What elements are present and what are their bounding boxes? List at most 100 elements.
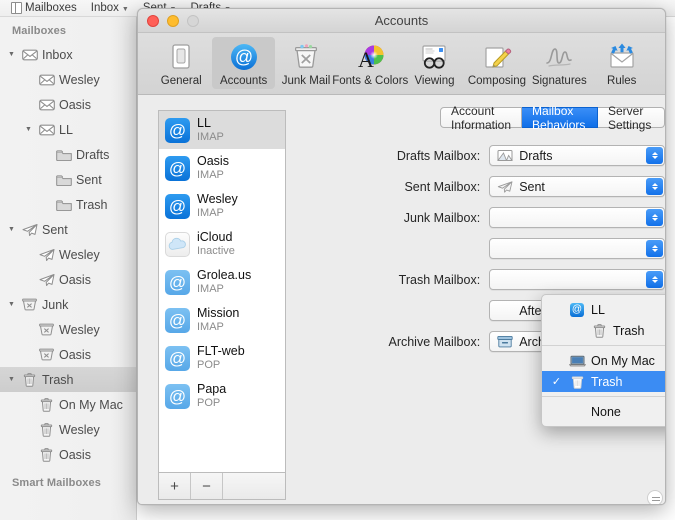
sidebar-item-sent[interactable]: Sent xyxy=(0,167,136,192)
svg-text:@: @ xyxy=(234,47,252,67)
menu-item-label: LL xyxy=(591,302,605,317)
svg-text:A: A xyxy=(358,47,374,72)
toolbar-item-general[interactable]: General xyxy=(150,37,212,89)
accounts-footer-spacer xyxy=(223,473,285,499)
sidebar-item-label: Trash xyxy=(42,372,74,387)
trash-can-icon xyxy=(38,447,55,462)
chevron-updown-icon[interactable] xyxy=(646,178,663,195)
account-list-item[interactable]: @ FLT-web POP xyxy=(159,339,285,377)
account-list-item[interactable]: iCloud Inactive xyxy=(159,225,285,263)
window-titlebar[interactable]: Accounts xyxy=(138,9,665,33)
at-account-icon: @ xyxy=(165,383,190,409)
sidebar-item-wesley[interactable]: Wesley xyxy=(0,417,136,442)
sidebar-item-wesley[interactable]: Wesley xyxy=(0,317,136,342)
sidebar-item-wesley[interactable]: Wesley xyxy=(0,242,136,267)
folder-icon xyxy=(55,147,72,162)
junk-bin-icon xyxy=(38,347,55,362)
form-row xyxy=(298,233,665,264)
tab-server-settings[interactable]: Server Settings xyxy=(598,104,665,132)
menu-item-ll[interactable]: @ LL xyxy=(542,299,665,320)
at-glyph: @ xyxy=(168,310,187,330)
trash-mailbox-dropdown-menu[interactable]: @ LL Trash On My Mac ✓ Trash None xyxy=(541,294,665,427)
sidebar-list[interactable]: ▼ Inbox Wesley Oasis ▼ LL Drafts Sent Trash ▼ Sent… xyxy=(0,42,136,467)
sidebar-item-label: Wesley xyxy=(59,322,100,337)
popup-button[interactable] xyxy=(489,207,665,228)
account-list-item[interactable]: @ Papa POP xyxy=(159,377,285,415)
account-type: IMAP xyxy=(197,282,224,295)
sidebar-item-oasis[interactable]: Oasis xyxy=(0,267,136,292)
trash-can-icon xyxy=(38,422,55,437)
toolbar-item-composing[interactable]: Composing xyxy=(466,37,528,89)
chevron-down-icon[interactable]: ▼ xyxy=(6,226,17,233)
popup-button[interactable]: Sent xyxy=(489,176,665,197)
sidebar-item-wesley[interactable]: Wesley xyxy=(0,67,136,92)
chevron-down-icon[interactable]: ▼ xyxy=(23,126,34,133)
sidebar-item-trash[interactable]: ▼ Trash xyxy=(0,367,136,392)
chevron-down-icon[interactable]: ▼ xyxy=(6,51,17,58)
account-type: IMAP xyxy=(197,206,224,219)
accounts-list[interactable]: @ LL IMAP @ Oasis IMAP @ Wesley IMAP iCloud Inacti… xyxy=(159,111,285,472)
sidebar-item-oasis[interactable]: Oasis xyxy=(0,92,136,117)
junk-bin-icon xyxy=(21,297,38,312)
add-account-button[interactable]: + xyxy=(159,473,191,499)
toolbar-item-label: Rules xyxy=(607,75,637,87)
popup-button[interactable]: Drafts xyxy=(489,145,665,166)
menu-item-none[interactable]: None xyxy=(542,401,665,422)
sidebar-item-inbox[interactable]: ▼ Inbox xyxy=(0,42,136,67)
toolbar-item-viewing[interactable]: Viewing xyxy=(403,37,465,89)
junk-bin-icon xyxy=(38,322,55,337)
account-list-item[interactable]: @ Oasis IMAP xyxy=(159,149,285,187)
drafts-icon xyxy=(497,149,514,163)
chevron-updown-icon[interactable] xyxy=(646,271,663,288)
popup-button[interactable] xyxy=(489,269,665,290)
menu-item-label: Trash xyxy=(591,374,623,389)
chevron-updown-icon[interactable] xyxy=(646,209,663,226)
account-list-item[interactable]: @ Grolea.us IMAP xyxy=(159,263,285,301)
toolbar-item-fonts-colors[interactable]: A Fonts & Colors xyxy=(332,37,408,89)
inbox-envelope-icon xyxy=(21,47,38,62)
toolbar-item-junk-mail[interactable]: Junk Mail xyxy=(275,37,337,89)
menu-item-on-my-mac[interactable]: On My Mac xyxy=(542,350,665,371)
account-list-item[interactable]: @ Mission IMAP xyxy=(159,301,285,339)
folder-icon xyxy=(55,172,72,187)
accounts-list-footer: + − xyxy=(159,472,285,499)
chevron-updown-icon[interactable] xyxy=(646,147,663,164)
sidebar-item-label: On My Mac xyxy=(59,397,123,412)
chevron-down-icon[interactable]: ▼ xyxy=(6,376,17,383)
preferences-toolbar[interactable]: General @ Accounts Junk Mail A Fonts & Colors… xyxy=(138,33,665,95)
resize-grip[interactable] xyxy=(647,490,663,504)
sidebar-item-on-my-mac[interactable]: On My Mac xyxy=(0,392,136,417)
sidebar-item-label: Oasis xyxy=(59,347,91,362)
chevron-updown-icon[interactable] xyxy=(646,240,663,257)
popup-button[interactable] xyxy=(489,238,665,259)
account-list-item[interactable]: @ Wesley IMAP xyxy=(159,187,285,225)
tab-mailbox-behaviors[interactable]: Mailbox Behaviors xyxy=(522,104,598,132)
sidebar-item-sent[interactable]: ▼ Sent xyxy=(0,217,136,242)
form-row: Trash Mailbox: xyxy=(298,264,665,295)
account-name: Mission xyxy=(197,306,240,321)
tab-account-information[interactable]: Account Information xyxy=(440,104,523,132)
toolbar-item-accounts[interactable]: @ Accounts xyxy=(212,37,275,89)
chevron-down-icon[interactable]: ▼ xyxy=(6,301,17,308)
sidebar-item-oasis[interactable]: Oasis xyxy=(0,342,136,367)
menu-item-trash[interactable]: ✓ Trash xyxy=(542,371,665,392)
sidebar-item-ll[interactable]: ▼ LL xyxy=(0,117,136,142)
menubar-item-inbox[interactable]: Inbox ▼ xyxy=(84,0,136,17)
accounts-at-icon: @ xyxy=(229,41,259,73)
popup-icon-slot xyxy=(497,304,513,318)
toolbar-item-rules[interactable]: Rules xyxy=(591,37,653,89)
mailboxes-sidebar[interactable]: Mailboxes ▼ Inbox Wesley Oasis ▼ LL Drafts Sent… xyxy=(0,17,137,520)
sidebar-item-trash[interactable]: Trash xyxy=(0,192,136,217)
account-tabs[interactable]: Account Information Mailbox Behaviors Serv… xyxy=(440,104,665,132)
menubar-item-mailboxes[interactable]: Mailboxes xyxy=(4,0,84,17)
sidebar-item-oasis[interactable]: Oasis xyxy=(0,442,136,467)
account-list-item[interactable]: @ LL IMAP xyxy=(159,111,285,149)
sidebar-item-drafts[interactable]: Drafts xyxy=(0,142,136,167)
form-label: Sent Mailbox: xyxy=(404,179,481,194)
toolbar-item-signatures[interactable]: Signatures xyxy=(528,37,590,89)
account-type: IMAP xyxy=(197,168,224,181)
remove-account-button[interactable]: − xyxy=(191,473,223,499)
sidebar-item-junk[interactable]: ▼ Junk xyxy=(0,292,136,317)
menu-item-trash[interactable]: Trash xyxy=(542,320,665,341)
form-label: Junk Mailbox: xyxy=(403,210,481,225)
